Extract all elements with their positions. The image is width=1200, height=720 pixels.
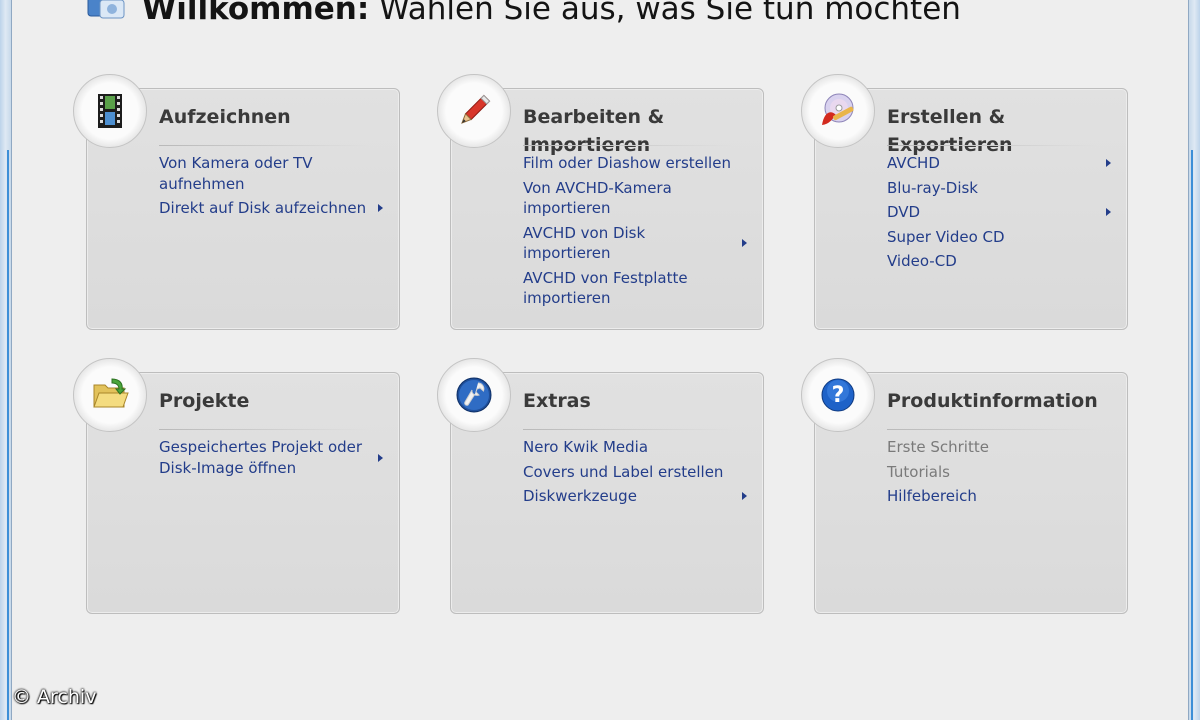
menu-item-label: DVD <box>887 203 921 221</box>
menu-item-label: Erste Schritte <box>887 438 989 456</box>
help-icon: ? <box>821 378 855 412</box>
pencil-icon <box>461 94 491 124</box>
submenu-arrow-icon <box>742 239 747 247</box>
svg-text:?: ? <box>832 383 845 408</box>
menu-item-diskwerkzeuge[interactable]: Diskwerkzeuge <box>523 486 755 507</box>
menu-item-label: Direkt auf Disk aufzeichnen <box>159 199 367 217</box>
window-frame-left <box>0 0 12 720</box>
card-title: Projekte <box>159 390 250 412</box>
submenu-arrow-icon <box>378 453 383 462</box>
card-aufzeichnen: Aufzeichnen Von Kamera oder TV aufnehmen… <box>73 74 400 330</box>
page-title-rest: Wählen Sie aus, was Sie tun möchten <box>369 0 961 27</box>
menu-item-erste-schritte[interactable]: Erste Schritte <box>887 437 1119 458</box>
folder-open-icon <box>93 378 129 408</box>
menu-item-dvd[interactable]: DVD <box>887 202 1119 223</box>
card-projekte: Projekte Gespeichertes Projekt oder Disk… <box>73 358 400 614</box>
menu-item-label: Blu-ray-Disk <box>887 178 978 197</box>
card-extras: Extras Nero Kwik Media Covers und Label … <box>437 358 764 614</box>
menu-item-video-cd[interactable]: Video-CD <box>887 251 1119 272</box>
card-divider <box>523 145 733 146</box>
menu-item-covers-label[interactable]: Covers und Label erstellen <box>523 462 755 483</box>
card-menu: Von Kamera oder TV aufnehmen Direkt auf … <box>159 153 391 223</box>
wrench-icon <box>456 377 492 413</box>
card-divider <box>887 145 1097 146</box>
menu-item-tutorials[interactable]: Tutorials <box>887 462 1119 483</box>
card-menu: AVCHD Blu-ray-Disk DVD Super Video CD Vi… <box>887 153 1119 276</box>
card-icon-circle[interactable] <box>73 74 147 148</box>
submenu-arrow-icon <box>1106 208 1111 217</box>
submenu-arrow-icon <box>742 492 747 501</box>
menu-item-label: Von AVCHD-Kamera importieren <box>523 178 672 218</box>
menu-item-label: AVCHD von Festplatte importieren <box>523 268 688 308</box>
card-icon-circle[interactable] <box>437 74 511 148</box>
menu-item-label: Hilfebereich <box>887 487 977 505</box>
window-frame-right <box>1188 0 1200 720</box>
menu-item-label: AVCHD <box>887 154 940 172</box>
card-icon-circle[interactable] <box>801 74 875 148</box>
card-divider <box>523 429 733 430</box>
card-bearbeiten-importieren: Bearbeiten & Importieren Film oder Diash… <box>437 74 764 330</box>
menu-item-label: Gespeichertes Projekt oder Disk-Image öf… <box>159 438 363 477</box>
menu-item-blu-ray[interactable]: Blu-ray-Disk <box>887 178 1119 199</box>
card-title: Aufzeichnen <box>159 106 291 128</box>
menu-item-label: AVCHD von Disk importieren <box>523 223 646 263</box>
card-menu: Gespeichertes Projekt oder Disk-Image öf… <box>159 437 391 482</box>
card-divider <box>887 429 1097 430</box>
card-icon-circle[interactable] <box>437 358 511 432</box>
menu-item-super-video-cd[interactable]: Super Video CD <box>887 227 1119 248</box>
card-menu: Erste Schritte Tutorials Hilfebereich <box>887 437 1119 511</box>
card-title: Extras <box>523 390 591 412</box>
card-icon-circle[interactable] <box>73 358 147 432</box>
menu-item-label: Von Kamera oder TV aufnehmen <box>159 154 313 193</box>
disc-burn-icon <box>822 93 854 125</box>
card-title: Produktinformation <box>887 390 1098 412</box>
submenu-arrow-icon <box>378 204 383 213</box>
app-logo-icon <box>87 0 125 19</box>
card-menu: Nero Kwik Media Covers und Label erstell… <box>523 437 755 511</box>
page-title-bold: Willkommen: <box>142 0 370 27</box>
watermark: © Archiv <box>12 686 97 708</box>
menu-item-avchd-disk[interactable]: AVCHD von Disk importieren <box>523 223 755 264</box>
menu-item-label: Nero Kwik Media <box>523 438 649 456</box>
menu-item-label: Tutorials <box>887 462 950 481</box>
menu-item-nero-kwik-media[interactable]: Nero Kwik Media <box>523 437 755 458</box>
menu-item-label: Film oder Diashow erstellen <box>523 154 731 172</box>
menu-item-label: Diskwerkzeuge <box>523 487 637 505</box>
menu-item-avchd-festplatte[interactable]: AVCHD von Festplatte importieren <box>523 268 755 309</box>
menu-item-label: Covers und Label erstellen <box>523 462 724 481</box>
menu-item-direkt-auf-disk[interactable]: Direkt auf Disk aufzeichnen <box>159 198 391 219</box>
menu-item-avchd-kamera[interactable]: Von AVCHD-Kamera importieren <box>523 178 755 219</box>
film-icon <box>98 94 122 128</box>
menu-item-avchd[interactable]: AVCHD <box>887 153 1119 174</box>
menu-item-label: Super Video CD <box>887 227 1005 246</box>
card-divider <box>159 429 369 430</box>
menu-item-hilfebereich[interactable]: Hilfebereich <box>887 486 1119 507</box>
menu-item-film-diashow[interactable]: Film oder Diashow erstellen <box>523 153 755 174</box>
card-title: Bearbeiten & Importieren <box>523 106 665 156</box>
card-erstellen-exportieren: Erstellen & Exportieren AVCHD Blu-ray-Di… <box>801 74 1128 330</box>
menu-item-von-kamera-aufnehmen[interactable]: Von Kamera oder TV aufnehmen <box>159 153 391 194</box>
submenu-arrow-icon <box>1106 159 1111 168</box>
card-produktinformation: ? Produktinformation Erste Schritte Tuto… <box>801 358 1128 614</box>
card-title: Erstellen & Exportieren <box>887 106 1013 156</box>
menu-item-projekt-oeffnen[interactable]: Gespeichertes Projekt oder Disk-Image öf… <box>159 437 391 478</box>
card-icon-circle[interactable]: ? <box>801 358 875 432</box>
card-menu: Film oder Diashow erstellen Von AVCHD-Ka… <box>523 153 755 313</box>
page-title: Willkommen: Wählen Sie aus, was Sie tun … <box>142 0 961 28</box>
card-divider <box>159 145 369 146</box>
menu-item-label: Video-CD <box>887 252 957 270</box>
